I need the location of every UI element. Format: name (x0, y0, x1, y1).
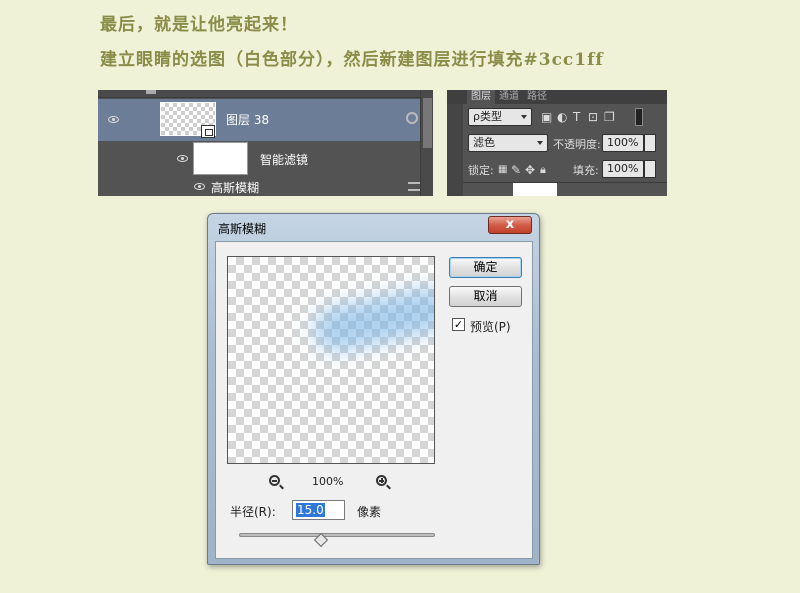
tab-paths[interactable]: 路径 (523, 90, 551, 104)
pixel-filter-icon[interactable]: ▣ (541, 110, 552, 124)
preview-label: 预览(P) (470, 320, 511, 334)
lock-position-icon[interactable]: ✥ (525, 163, 535, 177)
smart-filters-row[interactable]: 智能滤镜 (98, 142, 420, 176)
filter-toggle[interactable] (635, 108, 643, 126)
lock-transparent-icon[interactable]: ▦ (498, 163, 507, 177)
chevron-down-icon (521, 115, 527, 119)
smart-object-icon (201, 125, 215, 138)
adjustment-filter-icon[interactable]: ◐ (557, 110, 567, 124)
layers-panel: 图层 38 智能滤镜 高斯模糊 (98, 90, 433, 196)
radius-input[interactable]: 15.0 (292, 500, 345, 520)
smart-filter-options-icon[interactable] (406, 112, 418, 124)
lock-label: 锁定: (468, 164, 494, 177)
gaussian-blur-eye-icon[interactable] (194, 183, 205, 190)
layers-top-row (98, 90, 420, 98)
gaussian-blur-dialog: 高斯模糊 x 100% 半径(R): 15.0 像素 确定 取消 ✓ 预览(P) (207, 213, 540, 565)
cancel-button[interactable]: 取消 (449, 286, 522, 307)
preview-canvas[interactable] (227, 256, 435, 464)
gaussian-blur-label: 高斯模糊 (211, 181, 260, 195)
radius-label: 半径(R): (230, 505, 276, 519)
opacity-dropdown-button[interactable] (644, 134, 656, 152)
dialog-title: 高斯模糊 (218, 222, 267, 236)
blurred-preview-content (309, 282, 434, 357)
fill-input[interactable]: 100% (602, 160, 644, 178)
ok-button[interactable]: 确定 (449, 257, 522, 278)
blending-options-icon[interactable] (408, 182, 420, 191)
type-filter-icon[interactable]: T (573, 110, 580, 124)
radius-unit: 像素 (357, 505, 382, 519)
blend-mode-value: 滤色 (473, 136, 495, 149)
tab-channels[interactable]: 通道 (495, 90, 523, 104)
filter-kind-select[interactable]: ρ类型 (468, 108, 532, 126)
fill-label: 填充: (573, 164, 599, 177)
ps-layer-row[interactable] (463, 182, 667, 196)
radius-value: 15.0 (296, 503, 325, 517)
chevron-down-icon (537, 141, 543, 145)
lock-all-icon[interactable]: 🔒︎ (540, 163, 546, 177)
folder-icon (146, 90, 156, 94)
shape-filter-icon[interactable]: ⊡ (588, 110, 598, 124)
ps-left-strip (447, 104, 463, 196)
layer-row-selected[interactable]: 图层 38 (98, 99, 420, 141)
tab-layers[interactable]: 图层 (467, 90, 495, 104)
ps-tab-bar: 图层 通道 路径 (447, 90, 667, 104)
smart-filters-label: 智能滤镜 (260, 153, 309, 167)
dialog-body: 100% 半径(R): 15.0 像素 确定 取消 ✓ 预览(P) (215, 241, 533, 559)
lock-image-icon[interactable]: ✎ (511, 163, 521, 177)
smart-object-filter-icon[interactable]: ❐ (604, 110, 615, 124)
ps-layers-panel: 图层 通道 路径 ρ类型 ▣ ◐ T ⊡ ❐ 滤色 不透明度: 100% 锁定:… (447, 90, 667, 196)
smart-filters-eye-icon[interactable] (177, 155, 188, 162)
fill-dropdown-button[interactable] (644, 160, 656, 178)
layer-name[interactable]: 图层 38 (226, 111, 269, 128)
blend-mode-select[interactable]: 滤色 (468, 134, 548, 152)
visibility-eye-icon[interactable] (108, 116, 119, 123)
opacity-input[interactable]: 100% (602, 134, 644, 152)
layers-scrollbar[interactable] (420, 90, 433, 196)
opacity-label: 不透明度: (553, 138, 601, 151)
close-button[interactable]: x (488, 216, 532, 234)
radius-slider-track[interactable] (239, 533, 435, 537)
filter-kind-label: ρ类型 (473, 110, 502, 123)
scrollbar-thumb[interactable] (423, 98, 432, 148)
filter-mask-thumbnail[interactable] (193, 142, 248, 175)
caption-line-1: 最后，就是让他亮起来！ (100, 15, 298, 35)
gaussian-blur-row[interactable]: 高斯模糊 (98, 177, 420, 196)
preview-checkbox[interactable]: ✓ (452, 318, 465, 331)
ps-layer-thumbnail[interactable] (513, 183, 557, 196)
zoom-level: 100% (312, 475, 344, 488)
caption-line-2: 建立眼睛的选图（白色部分），然后新建图层进行填充#3cc1ff (100, 50, 604, 70)
